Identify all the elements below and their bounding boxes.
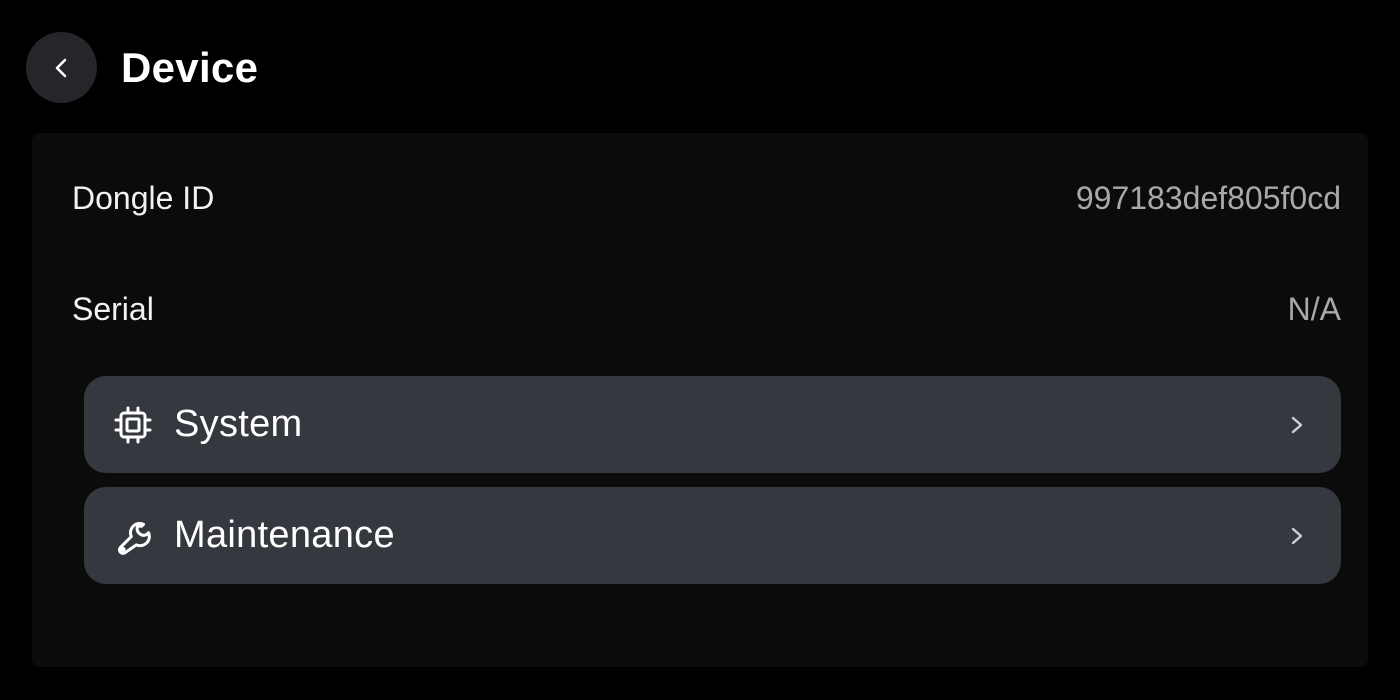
maintenance-nav-button[interactable]: Maintenance [84, 487, 1341, 584]
maintenance-label: Maintenance [174, 514, 395, 556]
page-title: Device [121, 43, 259, 91]
chevron-right-icon [1285, 524, 1309, 548]
wrench-icon [112, 515, 154, 557]
chevron-left-icon [55, 58, 66, 77]
serial-value: N/A [1287, 290, 1341, 327]
serial-row: Serial N/A [72, 288, 1341, 330]
chevron-right-icon [1285, 413, 1309, 437]
dongle-id-value: 997183def805f0cd [1075, 179, 1341, 216]
header: Device [26, 32, 258, 103]
back-button[interactable] [26, 32, 97, 103]
dongle-id-row: Dongle ID 997183def805f0cd [72, 177, 1341, 219]
system-label: System [174, 403, 303, 445]
serial-label: Serial [72, 290, 154, 327]
cpu-chip-icon [112, 404, 154, 446]
device-panel: Dongle ID 997183def805f0cd Serial N/A Sy… [32, 133, 1368, 667]
system-nav-button[interactable]: System [84, 376, 1341, 473]
dongle-id-label: Dongle ID [72, 179, 215, 216]
